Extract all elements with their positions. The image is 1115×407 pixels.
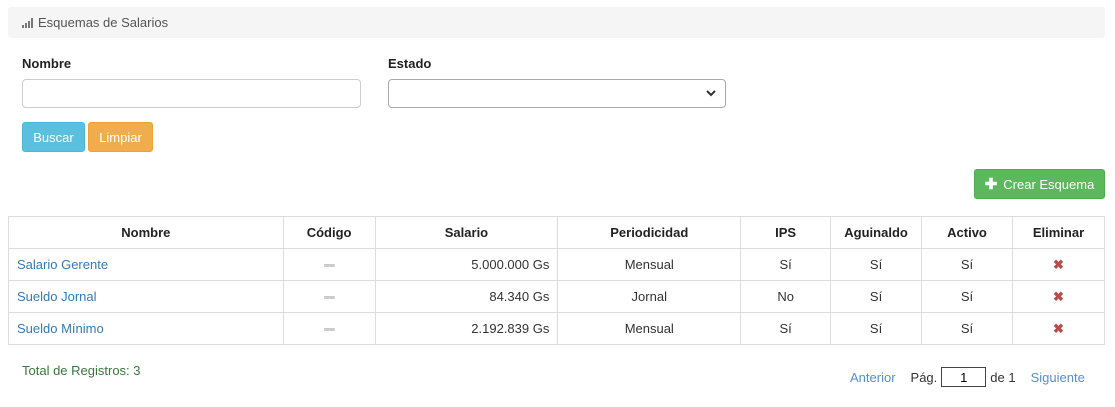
table-header-row: Nombre Código Salario Periodicidad IPS A… <box>8 216 1106 249</box>
nombre-input[interactable] <box>22 79 361 108</box>
cell-activo: Sí <box>921 248 1013 281</box>
col-header-salario[interactable]: Salario <box>374 216 559 249</box>
delete-x-icon[interactable]: ✖ <box>1053 321 1064 336</box>
pagination: Anterior Pág. de 1 Siguiente <box>850 367 1085 387</box>
col-header-ips[interactable]: IPS <box>740 216 832 249</box>
col-header-activo[interactable]: Activo <box>921 216 1013 249</box>
empty-dash-icon <box>323 328 335 332</box>
nombre-label: Nombre <box>22 56 72 71</box>
cell-nombre: Sueldo Jornal <box>8 280 284 313</box>
limpiar-button-label: Limpiar <box>99 129 142 145</box>
table-row: Sueldo Jornal 84.340 Gs Jornal No Sí Sí … <box>8 280 1106 313</box>
cell-aguinaldo: Sí <box>830 248 923 281</box>
siguiente-link[interactable]: Siguiente <box>1031 370 1085 385</box>
cell-periodicidad: Jornal <box>557 280 742 313</box>
cell-aguinaldo: Sí <box>830 312 923 345</box>
col-header-codigo[interactable]: Código <box>282 216 376 249</box>
estado-label: Estado <box>388 56 432 71</box>
cell-codigo <box>282 248 376 281</box>
table-row: Salario Gerente 5.000.000 Gs Mensual Sí … <box>8 248 1106 281</box>
esquema-link[interactable]: Salario Gerente <box>17 257 108 272</box>
estado-select[interactable] <box>388 79 726 108</box>
col-header-periodicidad[interactable]: Periodicidad <box>557 216 742 249</box>
cell-ips: No <box>740 280 832 313</box>
esquema-link[interactable]: Sueldo Jornal <box>17 289 97 304</box>
cell-activo: Sí <box>921 280 1013 313</box>
cell-eliminar: ✖ <box>1011 312 1106 345</box>
empty-dash-icon <box>323 264 335 268</box>
cell-activo: Sí <box>921 312 1013 345</box>
cell-eliminar: ✖ <box>1011 280 1106 313</box>
cell-periodicidad: Mensual <box>557 312 742 345</box>
total-records: Total de Registros: 3 <box>22 363 141 378</box>
cell-nombre: Sueldo Mínimo <box>8 312 284 345</box>
cell-ips: Sí <box>740 312 832 345</box>
cell-codigo <box>282 280 376 313</box>
limpiar-button[interactable]: Limpiar <box>88 122 153 152</box>
cell-ips: Sí <box>740 248 832 281</box>
cell-salario: 2.192.839 Gs <box>374 312 559 345</box>
crear-esquema-button[interactable]: ✚ Crear Esquema <box>974 169 1105 199</box>
empty-dash-icon <box>323 296 335 300</box>
col-header-eliminar: Eliminar <box>1011 216 1106 249</box>
cell-salario: 84.340 Gs <box>374 280 559 313</box>
pag-label: Pág. <box>910 369 938 385</box>
plus-icon: ✚ <box>984 176 998 193</box>
buscar-button[interactable]: Buscar <box>22 122 85 152</box>
chevron-down-icon <box>706 90 716 97</box>
signal-bars-icon <box>22 17 33 28</box>
page-number-input[interactable] <box>941 367 987 387</box>
table-row: Sueldo Mínimo 2.192.839 Gs Mensual Sí Sí… <box>8 312 1106 345</box>
page-header: Esquemas de Salarios <box>8 7 1105 38</box>
esquema-link[interactable]: Sueldo Mínimo <box>17 321 104 336</box>
buscar-button-label: Buscar <box>33 129 74 145</box>
anterior-link[interactable]: Anterior <box>850 370 896 385</box>
cell-aguinaldo: Sí <box>830 280 923 313</box>
page-title: Esquemas de Salarios <box>38 15 169 30</box>
delete-x-icon[interactable]: ✖ <box>1053 257 1064 272</box>
esquemas-table: Nombre Código Salario Periodicidad IPS A… <box>8 216 1106 345</box>
page-total-label: de 1 <box>990 369 1016 385</box>
col-header-aguinaldo[interactable]: Aguinaldo <box>830 216 923 249</box>
delete-x-icon[interactable]: ✖ <box>1053 289 1064 304</box>
cell-nombre: Salario Gerente <box>8 248 284 281</box>
cell-eliminar: ✖ <box>1011 248 1106 281</box>
crear-esquema-label: Crear Esquema <box>1003 176 1095 192</box>
col-header-nombre[interactable]: Nombre <box>8 216 284 249</box>
cell-salario: 5.000.000 Gs <box>374 248 559 281</box>
cell-codigo <box>282 312 376 345</box>
cell-periodicidad: Mensual <box>557 248 742 281</box>
